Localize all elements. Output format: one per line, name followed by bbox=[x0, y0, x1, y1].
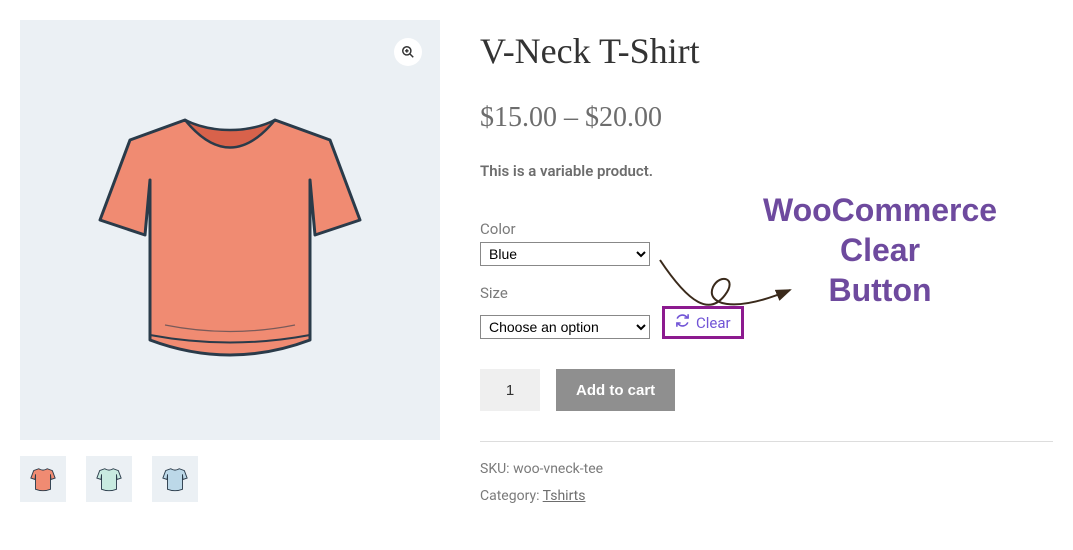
thumbnail-row bbox=[20, 456, 440, 502]
product-meta: SKU: woo-vneck-tee Category: Tshirts bbox=[480, 456, 1053, 509]
add-to-cart-button[interactable]: Add to cart bbox=[556, 369, 675, 411]
size-select[interactable]: Choose an option bbox=[480, 315, 650, 339]
product-price: $15.00 – $20.00 bbox=[480, 102, 1053, 134]
annotation-line1: WooCommerce bbox=[710, 190, 1050, 230]
sku-label: SKU: bbox=[480, 461, 510, 477]
add-to-cart-row: Add to cart bbox=[480, 369, 1053, 411]
thumbnail-3[interactable] bbox=[152, 456, 198, 502]
product-short-description: This is a variable product. bbox=[480, 162, 1053, 180]
clear-button[interactable]: Clear bbox=[696, 314, 731, 332]
tshirt-illustration bbox=[70, 80, 390, 380]
clear-button-highlight: Clear bbox=[662, 306, 744, 339]
category-label: Category: bbox=[480, 488, 539, 504]
meta-separator bbox=[480, 441, 1053, 442]
annotation-line2: Clear bbox=[710, 230, 1050, 270]
category-link[interactable]: Tshirts bbox=[543, 488, 586, 504]
color-select[interactable]: Blue bbox=[480, 242, 650, 266]
product-title: V-Neck T-Shirt bbox=[480, 30, 1053, 72]
annotation-line3: Button bbox=[710, 270, 1050, 310]
annotation-label: WooCommerce Clear Button bbox=[710, 190, 1050, 310]
zoom-icon[interactable] bbox=[394, 38, 422, 66]
quantity-input[interactable] bbox=[480, 369, 540, 411]
thumbnail-1[interactable] bbox=[20, 456, 66, 502]
main-image[interactable] bbox=[20, 20, 440, 440]
thumbnail-2[interactable] bbox=[86, 456, 132, 502]
refresh-icon bbox=[675, 313, 690, 332]
product-gallery bbox=[20, 20, 440, 509]
sku-value: woo-vneck-tee bbox=[513, 461, 603, 477]
